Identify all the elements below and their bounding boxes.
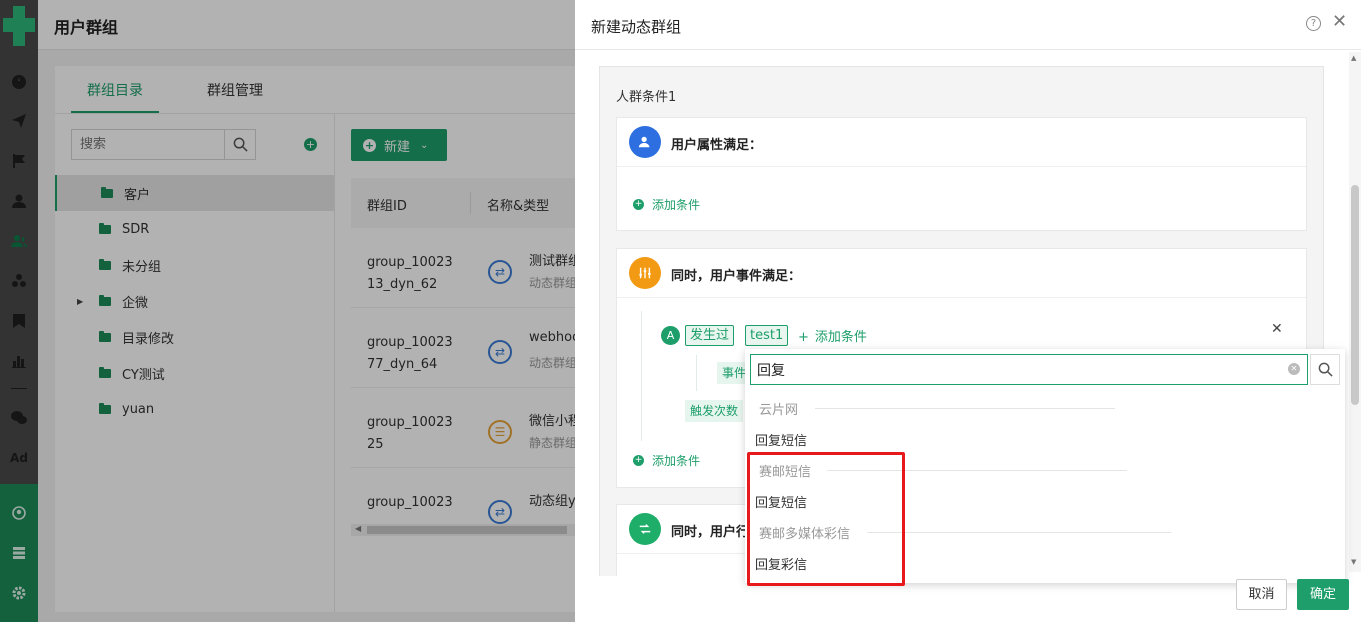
scrollbar-thumb[interactable] [1351, 185, 1359, 405]
scroll-up-arrow-icon[interactable]: ▲ [1351, 54, 1356, 62]
plus-icon: + [633, 199, 644, 210]
user-attribute-icon [629, 126, 661, 158]
section-header: 同时，用户事件满足： [617, 249, 1306, 298]
app-window: Ad 用户群组 群组目录 群组管理 + 客户SDR未分组▶企微目录 [0, 0, 1361, 622]
plus-icon: + [633, 455, 644, 466]
dropdown-option[interactable]: 回复短信 [755, 430, 807, 449]
help-icon[interactable]: ? [1306, 16, 1321, 31]
condition-sub-line [696, 355, 697, 391]
event-search-input[interactable] [751, 355, 1271, 384]
clear-icon[interactable]: ✕ [1288, 363, 1300, 375]
section-title: 同时，用户事件满足： [671, 269, 802, 284]
remove-condition-icon[interactable]: ✕ [1271, 321, 1283, 337]
condition-label: 人群条件1 [616, 90, 677, 105]
user-attribute-section: 用户属性满足： + 添加条件 [616, 117, 1307, 231]
trigger-count-chip[interactable]: 触发次数 [685, 400, 744, 422]
section-title: 同时，用户行 [671, 525, 750, 540]
plus-icon: + [798, 330, 809, 345]
scroll-down-arrow-icon[interactable]: ▼ [1351, 558, 1356, 566]
event-search-field: ✕ [750, 354, 1308, 385]
section-title: 用户属性满足： [671, 138, 763, 153]
dropdown-group-divider [867, 532, 1171, 533]
add-condition-label: 添加条件 [652, 454, 701, 468]
confirm-button[interactable]: 确定 [1297, 579, 1349, 610]
modal-overlay[interactable] [0, 0, 575, 622]
dropdown-group-label: 云片网 [759, 403, 799, 418]
occurred-select[interactable]: 发生过 [685, 325, 735, 346]
drawer-title: 新建动态群组 [591, 18, 682, 36]
add-condition-label: 添加条件 [814, 330, 867, 345]
add-condition-label: 添加条件 [652, 198, 701, 212]
event-filter-icon [629, 257, 661, 289]
cancel-button[interactable]: 取消 [1236, 579, 1287, 610]
condition-badge: A [661, 326, 680, 345]
search-icon[interactable] [1310, 354, 1340, 385]
dropdown-group-divider [815, 408, 1115, 409]
add-event-section-condition-link[interactable]: + 添加条件 [633, 452, 700, 469]
behavior-sequence-icon [629, 513, 661, 545]
add-attribute-condition-link[interactable]: + 添加条件 [633, 196, 700, 213]
drawer-header: 新建动态群组 ? ✕ [575, 0, 1361, 50]
add-event-condition-link[interactable]: + 添加条件 [798, 326, 867, 345]
section-header: 用户属性满足： [617, 118, 1306, 167]
condition-tree-line [641, 311, 642, 441]
annotation-highlight-box [747, 452, 905, 586]
close-icon[interactable]: ✕ [1332, 12, 1347, 32]
event-select[interactable]: test1 [745, 325, 789, 346]
drawer-vertical-scrollbar[interactable]: ▲ ▼ [1349, 52, 1361, 572]
